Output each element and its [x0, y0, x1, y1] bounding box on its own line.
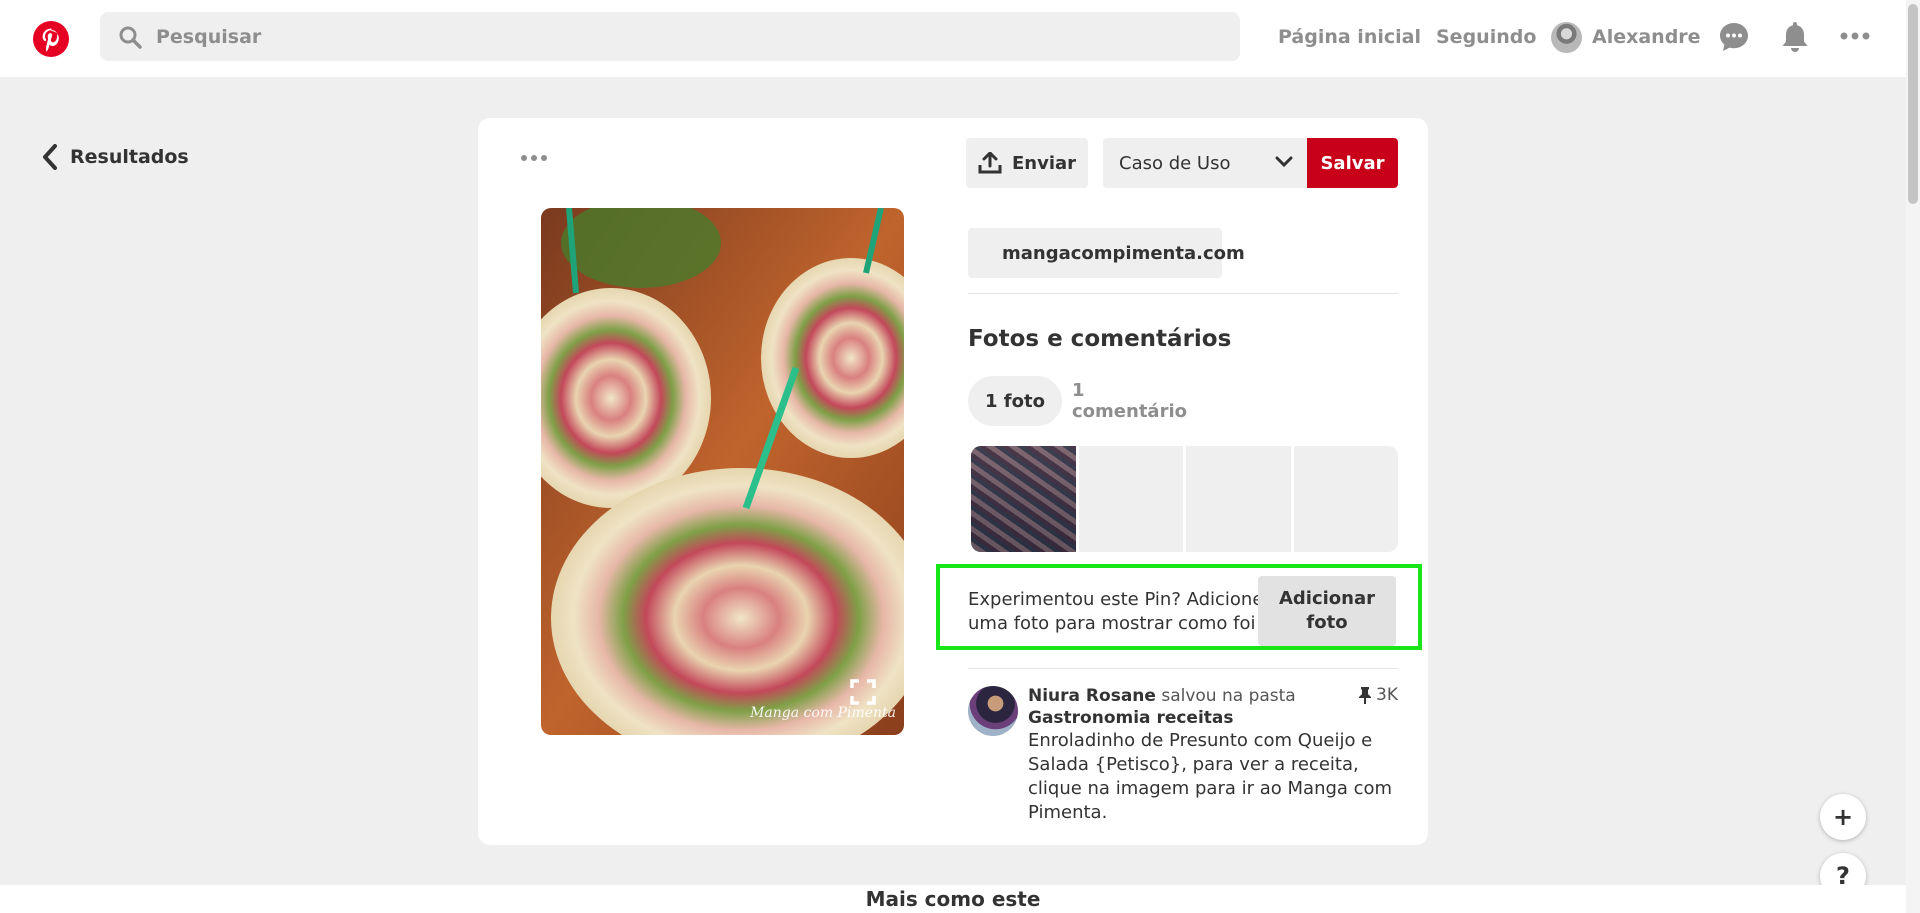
saver-board-link[interactable]: Gastronomia receitas: [1028, 707, 1398, 729]
save-count-value: 3K: [1376, 685, 1398, 705]
saver-avatar[interactable]: [968, 686, 1018, 736]
empty-thumbnail-slot: [1078, 446, 1183, 552]
pin-food-photo: [541, 208, 904, 735]
page-scrollbar[interactable]: [1906, 0, 1920, 913]
image-watermark: Manga com Pimenta: [750, 705, 896, 721]
tab-photos[interactable]: 1 foto: [968, 376, 1062, 426]
pushpin-icon: [1359, 687, 1371, 704]
board-select-dropdown[interactable]: Caso de Uso: [1103, 138, 1307, 188]
empty-thumbnail-slot: [1186, 446, 1291, 552]
notifications-bell-icon[interactable]: [1780, 20, 1810, 54]
more-options-icon[interactable]: [1840, 30, 1870, 42]
photos-comments-title: Fotos e comentários: [968, 326, 1232, 352]
board-selected-value: Caso de Uso: [1119, 152, 1231, 174]
create-plus-button[interactable]: +: [1820, 794, 1866, 840]
search-bar[interactable]: [100, 12, 1240, 61]
pin-detail-card: Manga com Pimenta Enviar Caso de Uso Sal…: [478, 118, 1428, 845]
source-link-label: mangacompimenta.com: [1002, 242, 1245, 264]
add-photo-button[interactable]: Adicionar foto: [1258, 576, 1396, 646]
saver-name-link[interactable]: Niura Rosane: [1028, 686, 1156, 706]
source-link-button[interactable]: mangacompimenta.com: [968, 228, 1245, 278]
pin-image[interactable]: Manga com Pimenta: [541, 208, 904, 735]
chevron-left-icon: [43, 144, 57, 170]
tab-comments[interactable]: 1 comentário: [1072, 376, 1202, 426]
pinterest-logo-icon[interactable]: [32, 20, 70, 58]
save-button[interactable]: Salvar: [1307, 138, 1398, 188]
chevron-down-icon: [1275, 156, 1293, 168]
scrollbar-thumb[interactable]: [1908, 4, 1918, 204]
upload-share-icon: [978, 152, 1002, 174]
search-input[interactable]: [154, 24, 1158, 49]
user-avatar[interactable]: [1551, 22, 1582, 53]
pin-more-options-icon[interactable]: [520, 152, 548, 164]
saver-action-text: salvou na pasta: [1161, 686, 1296, 706]
search-icon: [119, 26, 142, 49]
back-label: Resultados: [70, 146, 189, 168]
nav-home-link[interactable]: Página inicial: [1278, 26, 1421, 48]
user-name-link[interactable]: Alexandre: [1592, 26, 1701, 48]
try-pin-highlight-box: Experimentou este Pin? Adicione uma foto…: [936, 564, 1422, 650]
saver-info: Niura Rosane salvou na pasta Gastronomia…: [1028, 685, 1398, 729]
more-like-this-heading: Mais como este: [865, 887, 1041, 911]
divider: [968, 293, 1398, 294]
send-button[interactable]: Enviar: [966, 138, 1088, 188]
save-count: 3K: [1358, 685, 1398, 705]
divider: [968, 668, 1398, 669]
photo-thumbnails-row: [971, 446, 1398, 552]
expand-image-icon[interactable]: [850, 679, 876, 705]
try-pin-prompt: Experimentou este Pin? Adicione uma foto…: [968, 589, 1264, 634]
empty-thumbnail-slot: [1293, 446, 1398, 552]
photo-thumbnail[interactable]: [971, 446, 1076, 552]
send-label: Enviar: [1011, 152, 1077, 174]
messages-icon[interactable]: [1718, 20, 1750, 54]
back-to-results-button[interactable]: Resultados: [42, 144, 189, 170]
nav-following-link[interactable]: Seguindo: [1436, 26, 1536, 48]
pin-description: Enroladinho de Presunto com Queijo e Sal…: [1028, 730, 1393, 823]
top-header: Página inicial Seguindo Alexandre: [0, 0, 1906, 77]
